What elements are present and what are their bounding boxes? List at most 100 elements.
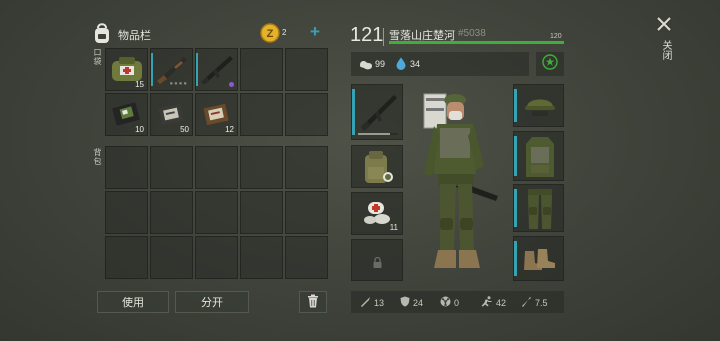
backpack-slot[interactable] [285,236,328,279]
boots-icon [522,247,558,278]
svg-text:Z: Z [267,28,274,40]
coin-count: 2 [282,28,287,37]
medkit-count: 11 [389,223,398,232]
selected-accent [514,89,517,122]
backpack-slot[interactable] [240,146,283,189]
player-id: #5038 [458,28,486,39]
use-button[interactable]: 使用 [97,291,169,313]
equip-slot-boots[interactable] [513,236,564,281]
pocket-slot-notebook[interactable]: 10 [105,93,148,136]
pocket-slot-count: 10 [135,125,144,134]
radiation-value: 0 [454,297,460,308]
pocket-slot-ammo-box[interactable]: 50 [150,93,193,136]
pocket-slot-empty[interactable] [240,48,283,91]
attack-stat: 13 [360,296,384,309]
selected-accent [196,53,198,86]
armor-vest-icon [523,135,557,184]
equip-slot-pants[interactable] [513,184,564,232]
pocket-slot-assault-rifle[interactable] [195,48,238,91]
speed-value: 42 [496,297,507,308]
pocket-slot-empty[interactable] [285,93,328,136]
pocket-slot-bandage-bag[interactable]: 15 [105,48,148,91]
hp-max-label: 120 [550,33,562,40]
selected-accent [514,136,517,176]
weapon-ammo-fill [358,133,390,135]
attack-value: 13 [374,297,385,308]
backpack-slot[interactable] [150,191,193,234]
water-value: 34 [410,59,421,69]
equip-slot-vest[interactable] [513,131,564,181]
assault-rifle-icon [358,91,400,136]
pocket-slot-shotgun[interactable]: ●●●● [150,48,193,91]
pocket-slot-empty[interactable] [285,48,328,91]
favorite-star-button[interactable] [536,52,564,76]
selected-accent [514,241,517,276]
character-figure [410,84,510,284]
backpack-slot[interactable] [240,236,283,279]
header-divider [383,28,384,46]
backpack-slot[interactable] [150,236,193,279]
backpack-slot[interactable] [105,191,148,234]
backpack-icon [92,22,112,49]
shield-icon [400,296,410,309]
trash-button[interactable] [299,291,327,313]
selected-accent [514,189,517,227]
backpack-slot[interactable] [105,236,148,279]
backpack-slot[interactable] [285,191,328,234]
equip-slot-medkit[interactable]: 11 [351,192,403,235]
selected-accent [352,89,355,135]
equip-slot-backpack[interactable] [351,145,403,188]
bullet-icon [521,296,532,309]
backpack-section-label: 背包 [93,148,102,166]
weapon-ammo-track [358,133,398,135]
close-button[interactable]: 关闭 [652,14,676,70]
player-level: 121 [350,24,384,46]
rarity-dot [229,82,234,87]
coin-icon: Z [260,23,280,48]
durability-dots: ●●●● [169,81,188,87]
backpack-slot[interactable] [285,146,328,189]
equip-slot-helmet[interactable] [513,84,564,127]
knife-icon [360,296,371,309]
pocket-slot-count: 15 [135,80,144,89]
backpack-slot[interactable] [195,236,238,279]
radiation-stat: 0 [440,296,459,309]
equip-slot-locked[interactable] [351,239,403,281]
military-backpack-icon [360,149,394,192]
backpack-slot[interactable] [150,146,193,189]
cargo-pants-icon [526,187,554,236]
radiation-icon [440,296,451,309]
speed-stat: 42 [480,296,506,309]
hp-bar-track [389,41,564,44]
bandages-icon [362,198,392,231]
pocket-section-label: 口袋 [93,48,102,66]
hp-bar-fill [389,41,564,44]
star-icon [542,53,558,75]
inventory-title: 物品栏 [118,30,151,42]
running-icon [480,296,493,309]
pocket-slot-empty[interactable] [240,93,283,136]
helmet-icon [524,93,556,124]
split-button[interactable]: 分开 [175,291,249,313]
backpack-slot[interactable] [240,191,283,234]
water-drop-icon [396,57,406,75]
close-icon [656,16,672,37]
close-label: 关闭 [660,40,671,60]
backpack-slot[interactable] [195,146,238,189]
trash-icon [307,294,319,311]
selected-accent [151,53,153,86]
equip-slot-weapon[interactable] [351,84,403,140]
defense-stat: 24 [400,296,423,309]
pocket-slot-count: 50 [180,125,189,134]
backpack-slot[interactable] [195,191,238,234]
add-coins-button[interactable]: + [310,22,320,42]
inventory-header: 物品栏 Z 2 + [92,22,332,46]
weapon-stat: 7.5 [521,296,548,309]
defense-value: 24 [413,297,424,308]
backpack-slot[interactable] [105,146,148,189]
pocket-slot-ammo-box-2[interactable]: 12 [195,93,238,136]
lock-icon [373,255,382,273]
weapon-stat-value: 7.5 [535,297,548,308]
needs-panel: 99 34 [351,52,529,76]
food-value: 99 [375,59,386,69]
